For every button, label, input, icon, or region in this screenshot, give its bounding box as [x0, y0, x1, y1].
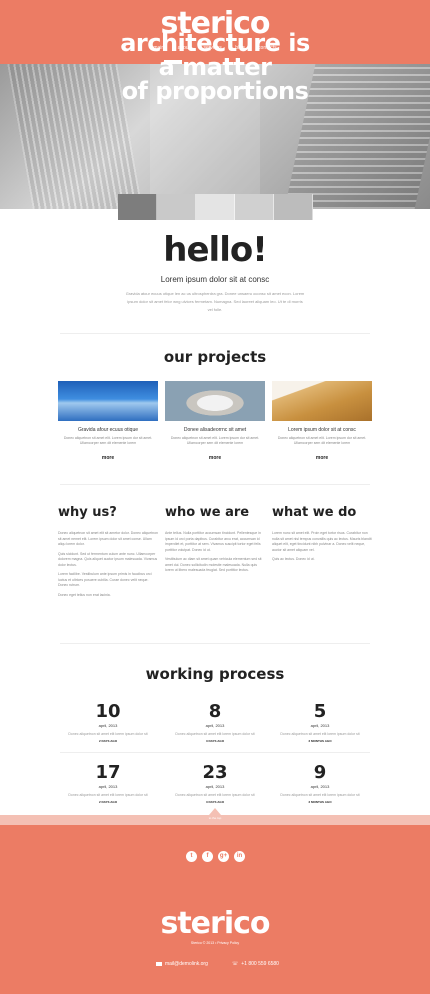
hello-body: Gravida atour ecuus otique len ac us ult… — [125, 291, 305, 312]
process-date: april, 2013 — [205, 723, 225, 728]
project-text: Donec aliquetnon sit amet elit. Lorem ip… — [277, 436, 367, 445]
section-divider — [60, 484, 370, 485]
section-divider — [60, 333, 370, 334]
process-date: april, 2013 — [205, 784, 225, 789]
column-paragraph: Quis ac lectus. Donec id ut. — [272, 557, 315, 561]
google-plus-icon[interactable]: g+ — [218, 851, 229, 862]
process-date: april, 2013 — [310, 784, 330, 789]
hero-thumb[interactable] — [235, 194, 274, 220]
footer-email[interactable]: mail@demolink.org — [156, 961, 208, 967]
process-ago: 2 DAYS AGO — [98, 739, 118, 743]
process-ago: 3 DAYS AGO — [205, 739, 225, 743]
process-text: Donec aliquetnon sit amet elit lorem ips… — [68, 732, 148, 736]
project-title: Donee alisadeorrnc sit amet — [183, 427, 247, 433]
projects-heading: our projects — [163, 348, 267, 366]
process-date: april, 2013 — [98, 723, 118, 728]
footer-copyright: Sterico © 2013 • Privacy Policy — [190, 941, 240, 945]
process-ago: 2 DAYS AGO — [98, 800, 118, 804]
process-item: 5 april, 2013 Donec aliquetnon sit amet … — [275, 701, 365, 744]
column-what-we-do: what we do Lorem nunc sit amet elit. Pro… — [272, 505, 372, 567]
hero-headline: architecture is a matter of proportions — [0, 31, 430, 103]
process-item: 9 april, 2013 Donec aliquetnon sit amet … — [275, 762, 365, 805]
process-day: 5 — [313, 701, 327, 722]
process-day: 9 — [313, 762, 327, 783]
column-text: Donec aliquetnon sit amet elit sit ameto… — [58, 531, 158, 598]
process-item: 23 april, 2013 Donec aliquetnon sit amet… — [170, 762, 260, 805]
linkedin-icon[interactable]: in — [234, 851, 245, 862]
process-item: 8 april, 2013 Donec aliquetnon sit amet … — [170, 701, 260, 744]
project-card: Donee alisadeorrnc sit amet Donec alique… — [165, 381, 265, 461]
phone-icon: ☏ — [232, 961, 239, 967]
to-top-label[interactable]: to the top — [0, 816, 430, 820]
phone-text: +1 800 559 6580 — [241, 961, 279, 967]
process-day: 23 — [202, 762, 228, 783]
twitter-icon[interactable]: t — [186, 851, 197, 862]
process-text: Donec aliquetnon sit amet elit lorem ips… — [175, 732, 255, 736]
column-paragraph: Donec aliquetnon sit amet elit sit ameto… — [58, 531, 159, 546]
process-text: Donec aliquetnon sit amet elit lorem ips… — [175, 793, 255, 797]
process-ago: 2 MONTHS AGO — [308, 800, 332, 804]
column-title: why us? — [58, 505, 117, 520]
process-ago: 2 MONTHS AGO — [308, 739, 332, 743]
column-paragraph: Lorem nunc sit amet elit. Proin eget tor… — [272, 531, 372, 552]
process-row-divider — [60, 752, 370, 753]
column-paragraph: Donec eget tellus non erat lacinia. — [58, 592, 111, 597]
column-paragraph: Quis sicidunt. Sed ut fermentum culum an… — [58, 551, 158, 567]
section-divider — [60, 643, 370, 644]
mail-icon — [156, 961, 162, 966]
hero-line-3: of proportions — [121, 77, 309, 105]
process-item: 10 april, 2013 Donec aliquetnon sit amet… — [63, 701, 153, 744]
process-day: 10 — [95, 701, 121, 722]
hero-thumb[interactable] — [118, 194, 157, 220]
process-day: 8 — [208, 701, 222, 722]
footer-phone[interactable]: ☏ +1 800 559 6580 — [232, 961, 279, 967]
column-why-us: why us? Donec aliquetnon sit amet elit s… — [58, 505, 158, 602]
project-more-link[interactable]: more — [165, 455, 265, 461]
process-day: 17 — [95, 762, 121, 783]
hero-thumb[interactable] — [157, 194, 196, 220]
project-more-link[interactable]: more — [272, 455, 372, 461]
project-title: Gravida afour ecuus otique — [77, 427, 139, 433]
process-ago: 3 DAYS AGO — [205, 800, 225, 804]
footer-logo[interactable]: sterico — [0, 906, 430, 941]
hero-thumb[interactable] — [274, 194, 313, 220]
hero-line-2: a matter — [158, 53, 272, 81]
project-card: Gravida afour ecuus otique Donec aliquet… — [58, 381, 158, 461]
project-more-link[interactable]: more — [58, 455, 158, 461]
column-who-we-are: who we are Ante tellus. Nulla porttitor … — [165, 505, 265, 578]
column-paragraph: Ante tellus. Nulla porttitor accumsan ti… — [165, 531, 261, 552]
column-text: Lorem nunc sit amet elit. Proin eget tor… — [272, 531, 372, 563]
project-text: Donec aliquetnon sit amet elit. Lorem ip… — [170, 436, 260, 445]
email-text: mail@demolink.org — [165, 961, 208, 967]
process-date: april, 2013 — [98, 784, 118, 789]
process-heading: working process — [145, 665, 285, 683]
project-image[interactable] — [165, 381, 265, 421]
column-title: who we are — [165, 505, 250, 520]
hero-line-1: architecture is — [120, 29, 310, 57]
column-paragraph: Lorem facilibe. Vestibulum ante ipsum pr… — [58, 572, 152, 587]
project-image[interactable] — [272, 381, 372, 421]
process-text: Donec aliquetnon sit amet elit lorem ips… — [280, 732, 360, 736]
hero-thumb[interactable] — [196, 194, 235, 220]
column-text: Ante tellus. Nulla porttitor accumsan ti… — [165, 531, 265, 574]
column-paragraph: Vestibulum ac diam sit amet quam vehicul… — [165, 557, 262, 572]
project-card: Lorem ipsum dolor sit at consc Donec ali… — [272, 381, 372, 461]
hero-thumbnail-strip — [118, 194, 313, 220]
process-text: Donec aliquetnon sit amet elit lorem ips… — [280, 793, 360, 797]
facebook-icon[interactable]: f — [202, 851, 213, 862]
column-title: what we do — [272, 505, 357, 520]
project-text: Donec aliquetnon sit amet elit. Lorem ip… — [63, 436, 153, 445]
project-image[interactable] — [58, 381, 158, 421]
hello-heading: hello! — [163, 230, 267, 270]
project-title: Lorem ipsum dolor sit at consc — [288, 427, 356, 433]
process-text: Donec aliquetnon sit amet elit lorem ips… — [68, 793, 148, 797]
process-date: april, 2013 — [310, 723, 330, 728]
process-item: 17 april, 2013 Donec aliquetnon sit amet… — [63, 762, 153, 805]
hello-subtitle: Lorem ipsum dolor sit at consc — [160, 275, 270, 284]
